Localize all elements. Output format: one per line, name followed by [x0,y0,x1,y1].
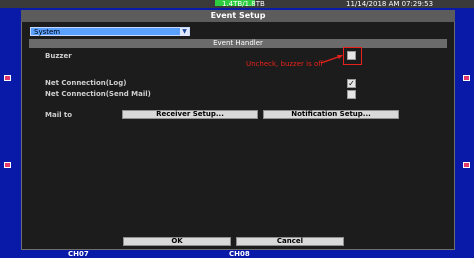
datetime-readout: 11/14/2018 AM 07:29:53 [346,0,434,8]
camera-label-left: CH07 [68,250,89,258]
right-camera-icon[interactable] [463,162,470,168]
mail-to-label: Mail to [45,111,73,119]
storage-readout: 1.4TB/1.8TB [222,0,265,8]
net-log-checkbox[interactable]: ✓ [347,79,356,88]
net-mail-checkbox[interactable] [347,90,356,99]
left-camera-icon[interactable] [4,162,11,168]
chevron-down-icon[interactable]: ▼ [180,28,189,36]
notification-setup-button[interactable]: Notification Setup... [263,110,399,119]
category-select[interactable]: System ▼ [30,27,190,36]
dialog-title: Event Setup [21,10,455,22]
net-log-label: Net Connection(Log) [45,79,127,87]
right-camera-icon[interactable] [463,75,470,81]
category-select-value: System [34,28,61,36]
buzzer-label: Buzzer [45,52,72,60]
receiver-setup-button[interactable]: Receiver Setup... [122,110,258,119]
section-title: Event Handler [29,39,447,48]
annotation-text: Uncheck, buzzer is off [246,60,324,68]
buzzer-highlight-box [343,47,362,65]
status-bar-text: 1.4TB/1.8TB 11/14/2018 AM 07:29:53 [0,0,474,8]
cancel-button[interactable]: Cancel [236,237,344,246]
left-camera-icon[interactable] [4,75,11,81]
net-mail-label: Net Connection(Send Mail) [45,90,151,98]
camera-label-right: CH08 [229,250,250,258]
ok-button[interactable]: OK [123,237,231,246]
